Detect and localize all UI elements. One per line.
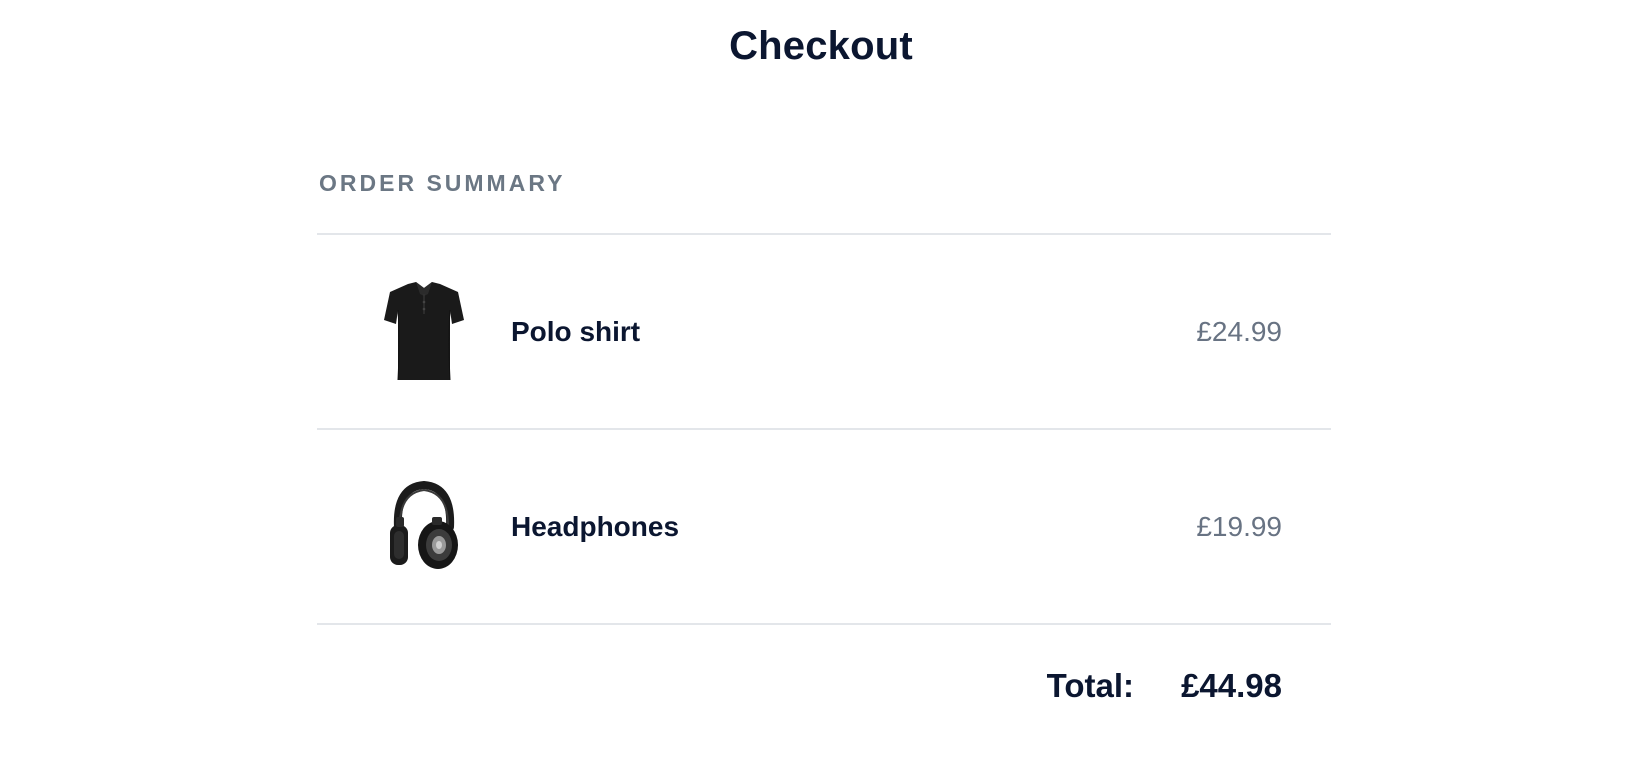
item-price: £19.99 (1196, 511, 1282, 542)
page-title: Checkout (729, 24, 913, 68)
order-summary: ORDER SUMMARY Polo shirt £24.99 Headphon… (317, 168, 1331, 751)
total-label: Total: (1046, 667, 1134, 704)
order-total: Total: £44.98 (317, 625, 1331, 751)
order-summary-heading: ORDER SUMMARY (319, 170, 566, 196)
line-item-polo-shirt: Polo shirt £24.99 (317, 235, 1331, 428)
item-name: Polo shirt (511, 316, 641, 347)
headphones-icon (390, 481, 458, 569)
line-item-headphones: Headphones £19.99 (317, 430, 1331, 623)
headphones-image (369, 472, 479, 582)
polo-shirt-icon (384, 282, 464, 381)
item-name: Headphones (511, 511, 680, 542)
total-value: £44.98 (1181, 667, 1282, 704)
item-price: £24.99 (1196, 316, 1282, 347)
polo-shirt-image (369, 277, 479, 387)
checkout-page: Checkout ORDER SUMMARY Polo shirt £24.99 (0, 0, 1642, 766)
